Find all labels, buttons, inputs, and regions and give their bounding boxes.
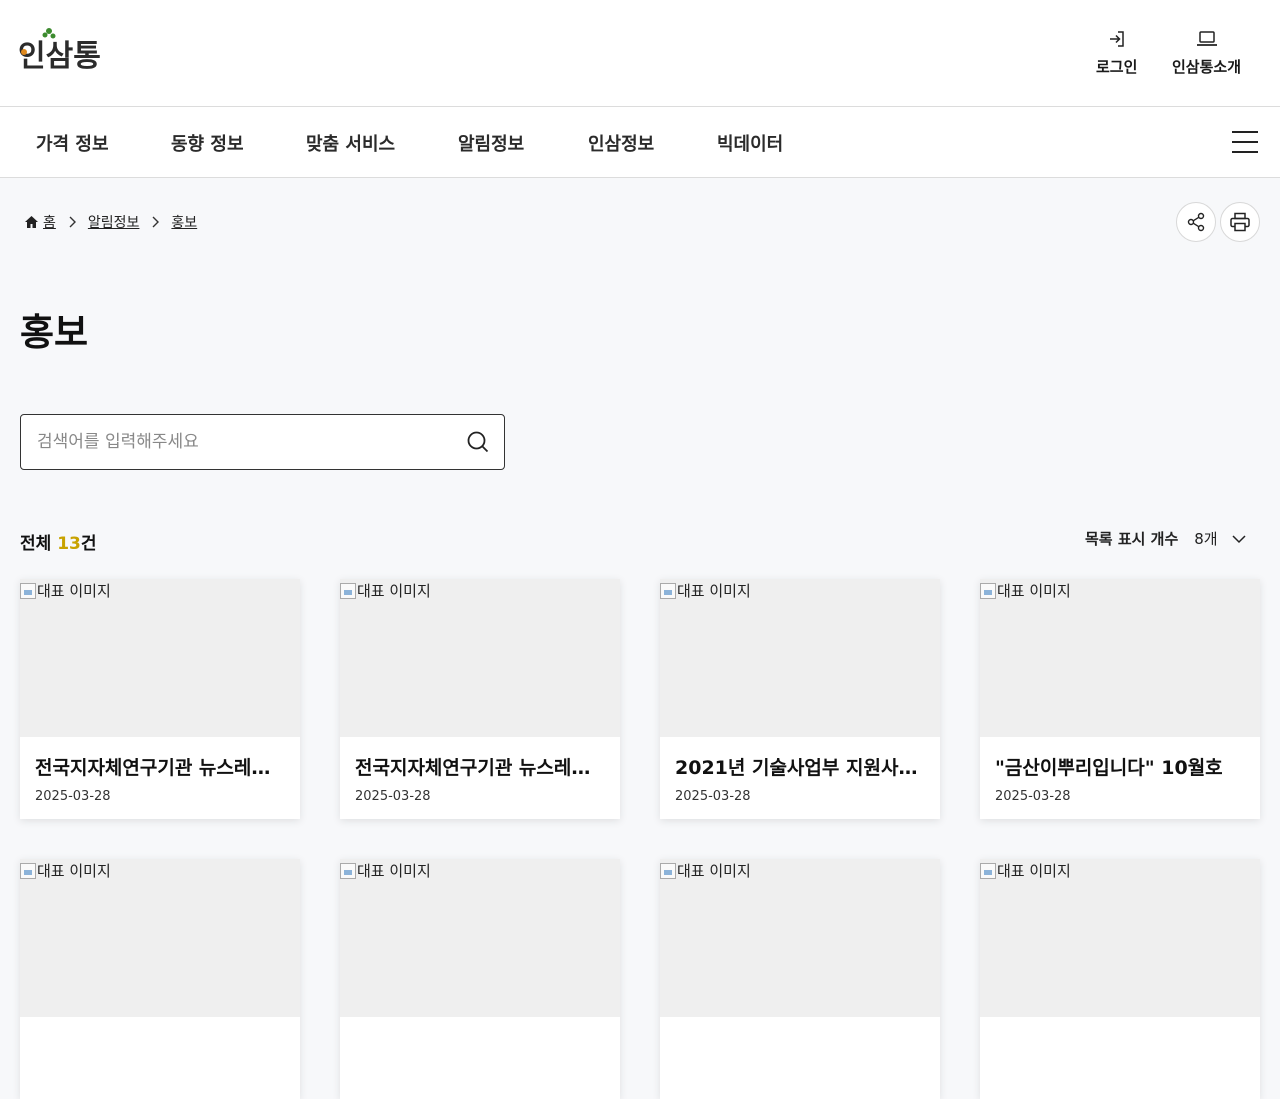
per-page-select[interactable]: 목록 표시 개수 8개 <box>1085 528 1246 549</box>
breadcrumb-home[interactable]: 홈 <box>43 212 56 232</box>
share-button[interactable] <box>1176 202 1216 242</box>
chevron-right-icon <box>151 216 160 228</box>
login-icon <box>1109 31 1124 47</box>
search-icon[interactable] <box>465 429 491 455</box>
chevron-right-icon <box>68 216 76 228</box>
card-date: 2025-03-28 <box>995 789 1071 804</box>
nav-item-ginseng-info[interactable]: 인삼정보 <box>588 130 654 156</box>
search-box <box>20 414 505 470</box>
page-title: 홍보 <box>20 311 89 354</box>
card-item[interactable]: 대표 이미지 <box>20 859 300 1099</box>
card-title[interactable]: "금산이뿌리입니다" 10월호 <box>995 753 1247 780</box>
card-image-alt: 대표 이미지 <box>357 582 431 600</box>
card-thumbnail: 대표 이미지 <box>20 859 300 1017</box>
breadcrumb: 홈 알림정보 홍보 <box>24 212 197 232</box>
broken-image-icon <box>660 862 676 879</box>
card-date: 2025-03-28 <box>675 789 751 804</box>
nav-item-custom-service[interactable]: 맞춤 서비스 <box>306 130 395 156</box>
card-item[interactable]: 대표 이미지 전국지자체연구기관 뉴스레터 2021년 11월호 2025-03… <box>20 579 300 819</box>
site-header: 인삼통 로그인 인삼통소개 <box>0 0 1280 107</box>
search-input[interactable] <box>37 415 457 469</box>
card-item[interactable]: 대표 이미지 "금산이뿌리입니다" 10월호 2025-03-28 <box>980 579 1260 819</box>
card-image-alt: 대표 이미지 <box>997 582 1071 600</box>
card-title[interactable]: 전국지자체연구기관 뉴스레터 2021년 10월호 <box>355 753 607 780</box>
card-image-alt: 대표 이미지 <box>357 862 431 880</box>
nav-item-price[interactable]: 가격 정보 <box>36 130 109 156</box>
total-count-number: 13 <box>57 534 81 554</box>
home-icon <box>25 216 38 228</box>
card-title[interactable]: 2021년 기술사업부 지원사업 안내 <box>675 753 927 780</box>
breadcrumb-current[interactable]: 홍보 <box>171 212 197 232</box>
card-thumbnail: 대표 이미지 <box>660 859 940 1017</box>
card-image-alt: 대표 이미지 <box>677 862 751 880</box>
card-thumbnail: 대표 이미지 <box>340 579 620 737</box>
card-date: 2025-03-28 <box>355 789 431 804</box>
broken-image-icon <box>20 862 36 879</box>
card-image-alt: 대표 이미지 <box>677 582 751 600</box>
login-label: 로그인 <box>1096 58 1138 76</box>
card-thumbnail: 대표 이미지 <box>660 579 940 737</box>
nav-item-trend[interactable]: 동향 정보 <box>171 130 244 156</box>
broken-image-icon <box>660 582 676 599</box>
logo-text: 인삼통 <box>18 39 101 74</box>
broken-image-icon <box>980 862 996 879</box>
printer-icon <box>1230 212 1250 232</box>
total-prefix: 전체 <box>20 534 58 554</box>
card-date: 2025-03-28 <box>35 789 111 804</box>
nav-item-bigdata[interactable]: 빅데이터 <box>717 130 783 156</box>
broken-image-icon <box>340 862 356 879</box>
broken-image-icon <box>340 582 356 599</box>
card-thumbnail: 대표 이미지 <box>340 859 620 1017</box>
logo-mark: 인삼통 <box>18 28 101 74</box>
laptop-icon <box>1196 31 1217 46</box>
card-item[interactable]: 대표 이미지 <box>980 859 1260 1099</box>
total-suffix: 건 <box>80 534 97 554</box>
per-page-label: 목록 표시 개수 <box>1085 530 1179 548</box>
card-thumbnail: 대표 이미지 <box>20 579 300 737</box>
chevron-down-icon[interactable] <box>1232 534 1246 544</box>
card-image-alt: 대표 이미지 <box>997 862 1071 880</box>
card-thumbnail: 대표 이미지 <box>980 859 1260 1017</box>
main-navigation: 가격 정보 동향 정보 맞춤 서비스 알림정보 인삼정보 빅데이터 <box>0 107 1280 178</box>
breadcrumb-notice[interactable]: 알림정보 <box>88 212 140 232</box>
intro-label: 인삼통소개 <box>1172 58 1242 76</box>
total-count: 전체 13건 <box>20 529 97 554</box>
broken-image-icon <box>20 582 36 599</box>
login-button[interactable]: 로그인 <box>1096 30 1137 77</box>
print-button[interactable] <box>1220 202 1260 242</box>
card-image-alt: 대표 이미지 <box>37 862 111 880</box>
per-page-value: 8개 <box>1194 530 1218 548</box>
card-image-alt: 대표 이미지 <box>37 582 111 600</box>
card-item[interactable]: 대표 이미지 <box>660 859 940 1099</box>
share-icon <box>1187 212 1205 232</box>
card-item[interactable]: 대표 이미지 2021년 기술사업부 지원사업 안내 2025-03-28 <box>660 579 940 819</box>
site-logo[interactable]: 인삼통 <box>18 22 114 84</box>
card-item[interactable]: 대표 이미지 전국지자체연구기관 뉴스레터 2021년 10월호 2025-03… <box>340 579 620 819</box>
nav-item-notice[interactable]: 알림정보 <box>458 130 524 156</box>
menu-icon[interactable] <box>1232 129 1260 155</box>
card-title[interactable]: 전국지자체연구기관 뉴스레터 2021년 11월호 <box>35 753 287 780</box>
intro-button[interactable]: 인삼통소개 <box>1172 30 1241 77</box>
broken-image-icon <box>980 582 996 599</box>
card-thumbnail: 대표 이미지 <box>980 579 1260 737</box>
card-item[interactable]: 대표 이미지 <box>340 859 620 1099</box>
